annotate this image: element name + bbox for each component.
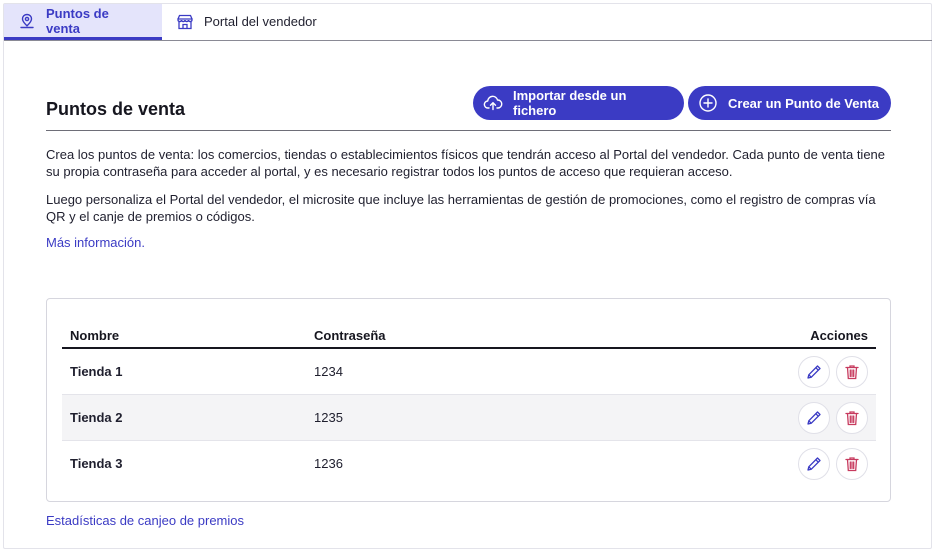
column-header-password: Contraseña [306, 323, 591, 349]
description-paragraph-1: Crea los puntos de venta: los comercios,… [46, 147, 886, 179]
points-of-sale-table: Nombre Contraseña Acciones Tienda 1 1234 [62, 323, 876, 486]
header-divider [46, 130, 891, 131]
plus-circle-icon [698, 93, 718, 113]
column-header-actions: Acciones [590, 323, 876, 349]
tab-label: Puntos de venta [46, 5, 109, 36]
row-name: Tienda 3 [70, 456, 123, 471]
edit-button[interactable] [798, 447, 831, 480]
row-password: 1236 [314, 456, 343, 471]
delete-button[interactable] [836, 401, 868, 434]
trash-icon [845, 410, 859, 425]
delete-button[interactable] [836, 447, 868, 480]
edit-button[interactable] [798, 355, 831, 388]
delete-button[interactable] [836, 355, 868, 388]
more-info-suffix: . [141, 235, 145, 250]
row-password: 1234 [306, 348, 591, 395]
table-header-row: Nombre Contraseña Acciones [62, 323, 876, 349]
pencil-icon [807, 410, 822, 425]
tab-portal-del-vendedor[interactable]: Portal del vendedor [162, 4, 333, 39]
row-actions [590, 348, 876, 395]
create-button[interactable]: Crear un Punto de Venta [688, 86, 891, 120]
cloud-upload-icon [483, 93, 503, 113]
column-header-name: Nombre [62, 323, 306, 349]
map-pin-icon [18, 12, 36, 30]
store-icon [176, 13, 194, 31]
import-button-label: Importar desde un fichero [513, 88, 627, 118]
points-of-sale-card: Nombre Contraseña Acciones Tienda 1 1234 [46, 298, 891, 502]
row-password: 1235 [306, 394, 591, 441]
row-actions [590, 394, 876, 441]
stats-link[interactable]: Estadísticas de canjeo de premios [46, 513, 244, 528]
table-row: Tienda 1 1234 [62, 348, 876, 395]
tab-label: Portal del vendedor [204, 14, 317, 29]
row-name: Tienda 2 [62, 394, 306, 441]
create-button-label: Crear un Punto de Venta [728, 95, 879, 111]
edit-button[interactable] [798, 401, 831, 434]
table-row: Tienda 2 1235 [62, 394, 876, 441]
trash-icon [845, 364, 859, 379]
import-button[interactable]: Importar desde un fichero [473, 86, 684, 120]
more-info: Más información. [46, 235, 145, 250]
trash-icon [845, 456, 859, 471]
tab-bar: Puntos de venta Portal del vendedor [4, 4, 932, 41]
description-paragraph-2: Luego personaliza el Portal del vendedor… [46, 192, 876, 224]
table-row: Tienda 3 1236 [62, 441, 876, 487]
row-name: Tienda 1 [62, 348, 306, 395]
tab-puntos-de-venta[interactable]: Puntos de venta [4, 4, 162, 40]
pencil-icon [807, 364, 822, 379]
more-info-link[interactable]: Más información [46, 235, 141, 250]
row-actions [591, 441, 876, 487]
page-title: Puntos de venta [46, 99, 186, 119]
pencil-icon [807, 456, 822, 471]
